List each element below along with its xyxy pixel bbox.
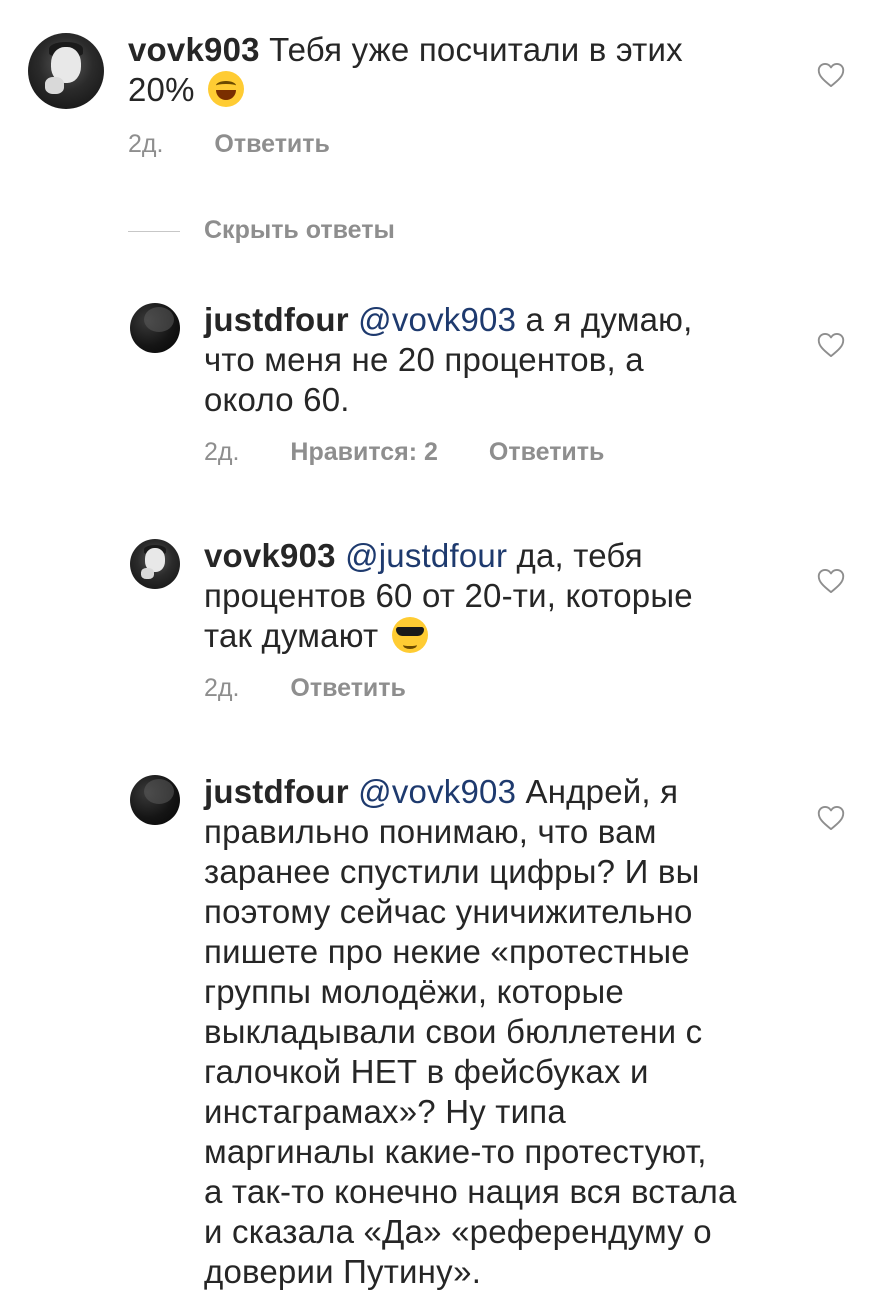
likes-count-button[interactable]: Нравится: 2 (290, 438, 438, 467)
comment-body: Тебя уже посчитали в этих (269, 31, 683, 68)
comment-body: процентов 60 от 20-ти, которые (204, 577, 693, 614)
reply-button[interactable]: Ответить (489, 438, 605, 467)
comment-body: Андрей, я (525, 773, 679, 810)
comment-body: правильно понимаю, что вам (204, 813, 657, 850)
comment-body: 20% (128, 71, 195, 108)
heart-outline-icon[interactable] (817, 332, 845, 358)
username[interactable]: justdfour (204, 301, 349, 338)
comment-body: поэтому сейчас уничижительно (204, 893, 693, 930)
comment-body: да, тебя (516, 537, 643, 574)
comment-body: инстаграмах»? Ну типа (204, 1093, 566, 1130)
comment-meta: 2д. Ответить (204, 674, 406, 703)
comment-body: что меня не 20 процентов, а (204, 341, 644, 378)
comment-body: а я думаю, (525, 301, 693, 338)
comment-body: маргиналы какие-то протестуют, (204, 1133, 707, 1170)
comment-body: и сказала «Да» «референдуму о (204, 1213, 712, 1250)
comment-body: пишете про некие «протестные (204, 933, 690, 970)
heart-outline-icon[interactable] (817, 62, 845, 88)
smiling-face-with-sunglasses-icon (391, 617, 428, 653)
comment-body: заранее спустили цифры? И вы (204, 853, 700, 890)
comment-meta: 2д. Ответить (128, 130, 330, 159)
comment-time: 2д. (204, 674, 240, 702)
mention-link[interactable]: @vovk903 (358, 301, 516, 338)
avatar-vovk903[interactable] (130, 539, 180, 589)
avatar-vovk903[interactable] (28, 33, 104, 109)
hide-replies-label[interactable]: Скрыть ответы (204, 216, 395, 245)
divider-line (128, 231, 180, 232)
comment-body: группы молодёжи, которые (204, 973, 624, 1010)
heart-outline-icon[interactable] (817, 568, 845, 594)
comment-text: vovk903 Тебя уже посчитали в этих 20% (128, 30, 808, 110)
comment-body: так думают (204, 617, 379, 654)
comment-text: justdfour @vovk903 Андрей, я правильно п… (204, 772, 804, 1292)
comment-time: 2д. (128, 130, 164, 158)
comment-meta: 2д. Нравится: 2 Ответить (204, 438, 604, 467)
reply-button[interactable]: Ответить (290, 674, 406, 703)
face-with-tears-of-joy-icon (208, 71, 245, 107)
avatar-justdfour[interactable] (130, 303, 180, 353)
comment-body: выкладывали свои бюллетени с (204, 1013, 703, 1050)
heart-outline-icon[interactable] (817, 805, 845, 831)
username[interactable]: justdfour (204, 773, 349, 810)
username[interactable]: vovk903 (128, 31, 260, 68)
comment-body: около 60. (204, 381, 350, 418)
reply-button[interactable]: Ответить (214, 130, 330, 159)
comment-time: 2д. (204, 438, 240, 466)
comment-text: vovk903 @justdfour да, тебя процентов 60… (204, 536, 804, 656)
comment-body: галочкой НЕТ в фейсбуках и (204, 1053, 649, 1090)
comment-body: доверии Путину». (204, 1253, 482, 1290)
mention-link[interactable]: @vovk903 (358, 773, 516, 810)
comment-body: а так-то конечно нация вся встала (204, 1173, 737, 1210)
avatar-justdfour[interactable] (130, 775, 180, 825)
mention-link[interactable]: @justdfour (345, 537, 507, 574)
comment-text: justdfour @vovk903 а я думаю, что меня н… (204, 300, 804, 420)
username[interactable]: vovk903 (204, 537, 336, 574)
